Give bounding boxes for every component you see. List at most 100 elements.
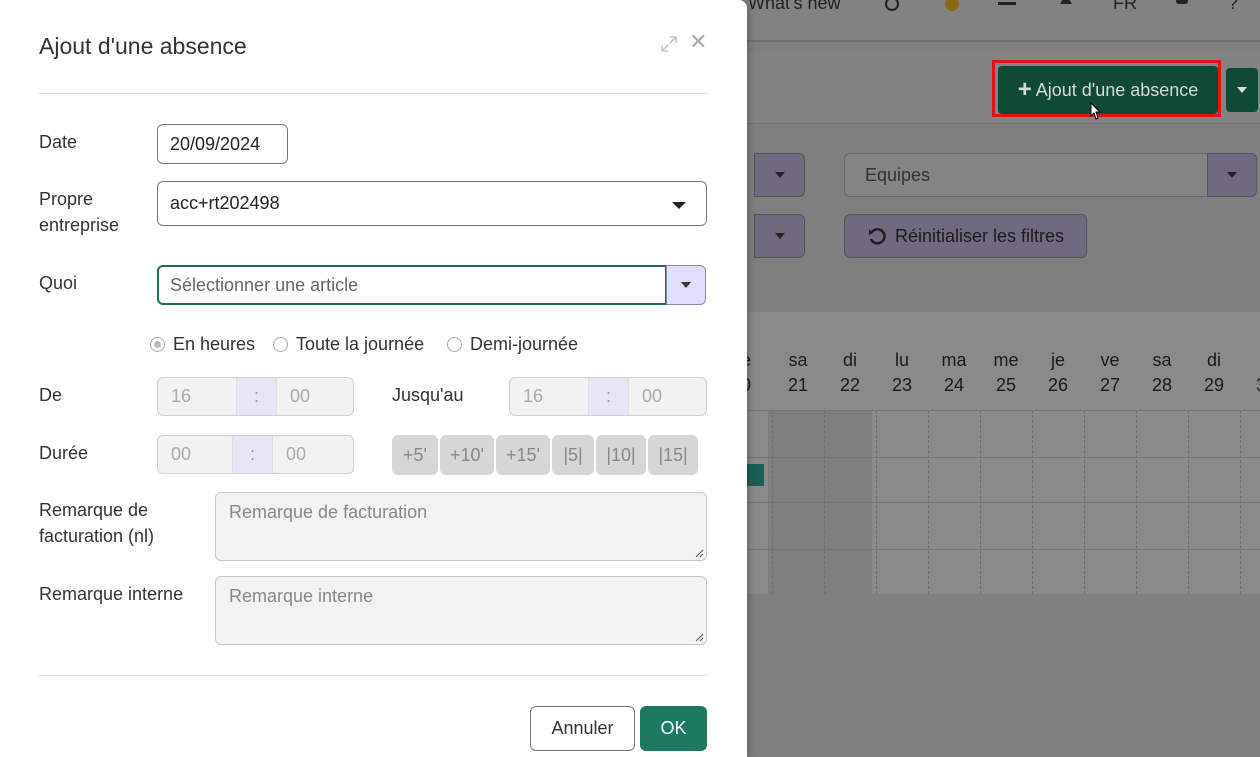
chevron-down-icon [1227, 172, 1237, 178]
round-10-button[interactable]: |10| [596, 435, 646, 475]
help-icon[interactable]: ? [1228, 0, 1238, 14]
mouse-cursor-icon [1090, 102, 1102, 120]
calendar-row-line [746, 549, 1260, 550]
round-5-button[interactable]: |5| [552, 435, 594, 475]
add-5-minutes-button[interactable]: +5' [392, 435, 438, 475]
calendar-day-of-week: sa [1152, 350, 1172, 370]
bell-icon[interactable] [1058, 0, 1074, 12]
time-separator: : [232, 436, 273, 473]
divider [39, 93, 708, 94]
radio-button[interactable] [150, 336, 165, 352]
duration-hours[interactable]: 00 [158, 436, 232, 473]
language-switcher[interactable]: FR [1113, 0, 1137, 14]
expand-icon[interactable] [661, 36, 677, 52]
resize-handle-icon[interactable] [694, 632, 704, 642]
add-10-minutes-button[interactable]: +10' [440, 435, 494, 475]
calendar-row-line [746, 457, 1260, 458]
list-icon[interactable] [998, 0, 1016, 12]
calendar-day-number: 29 [1203, 375, 1225, 395]
calendar-day-header: di 29 [1188, 312, 1240, 410]
radio-hours-label: En heures [173, 333, 256, 354]
chevron-down-icon [1237, 87, 1247, 93]
chevron-down-icon [774, 172, 785, 178]
reset-filters-label: Réinitialiser les filtres [894, 225, 1065, 246]
company-label-line1: Propre [39, 189, 94, 209]
calendar-day-number: 27 [1099, 375, 1121, 395]
calendar-day-header: me 25 [980, 312, 1032, 410]
resize-handle-icon[interactable] [694, 548, 704, 558]
duration-minutes[interactable]: 00 [273, 436, 353, 473]
calendar-grid: e0sa21di22lu23ma24me25je26ve27sa28di29lu… [741, 312, 1260, 594]
calendar-day-number: 23 [891, 375, 913, 395]
calendar-day-header: lu30 [1240, 312, 1260, 410]
radio-button[interactable] [273, 336, 288, 352]
until-minutes[interactable]: 00 [629, 378, 706, 415]
reset-icon [868, 228, 886, 245]
date-input[interactable]: 20/09/2024 [157, 124, 288, 164]
history-icon[interactable] [884, 0, 900, 12]
add-absence-dropdown-toggle[interactable] [1226, 68, 1258, 112]
filter-dropdown-toggle-1[interactable] [754, 153, 805, 197]
billing-remark-textarea[interactable]: Remarque de facturation [215, 492, 707, 561]
what-label: Quoi [39, 273, 78, 293]
calendar-day-header: je 26 [1032, 312, 1084, 410]
from-hours[interactable]: 16 [158, 378, 236, 415]
chevron-down-icon [681, 282, 691, 288]
internal-remark-placeholder: Remarque interne [229, 586, 374, 606]
billing-remark-placeholder: Remarque de facturation [229, 502, 428, 522]
time-separator: : [588, 378, 629, 415]
company-label: Propre entreprise [39, 186, 119, 238]
calendar-day-of-week: di [842, 350, 857, 370]
highlight-annotation [992, 60, 1221, 117]
whats-new-link[interactable]: What's new [748, 0, 840, 14]
until-hours[interactable]: 16 [510, 378, 588, 415]
billing-remark-label-line2: facturation (nl) [39, 526, 155, 546]
calendar-day-header: ma 24 [928, 312, 980, 410]
from-minutes[interactable]: 00 [277, 378, 353, 415]
radio-half-day[interactable]: Demi-journée [447, 332, 578, 356]
calendar-day-of-week: ma [941, 350, 967, 370]
article-select-toggle[interactable] [666, 265, 706, 305]
calendar-day-of-week: sa [788, 350, 808, 370]
duration-time-field[interactable]: 00 : 00 [157, 435, 354, 474]
internal-remark-textarea[interactable]: Remarque interne [215, 576, 707, 645]
add-absence-dialog: Ajout d'une absence ✕ Date 20/09/2024 Pr… [0, 0, 747, 757]
duration-label: Durée [39, 443, 89, 463]
company-select[interactable]: acc+rt202498 [157, 181, 707, 226]
caret-down-icon [672, 202, 686, 209]
teams-filter[interactable]: Equipes [844, 153, 1208, 197]
user-icon[interactable] [1174, 0, 1190, 12]
calendar-day-number: 26 [1047, 375, 1069, 395]
add-15-minutes-button[interactable]: +15' [496, 435, 550, 475]
company-select-value: acc+rt202498 [170, 193, 280, 213]
divider [39, 675, 708, 676]
round-15-button[interactable]: |15| [648, 435, 698, 475]
coin-icon[interactable] [944, 0, 960, 12]
radio-full-day[interactable]: Toute la journée [273, 332, 424, 356]
calendar-row-line [746, 502, 1260, 503]
ok-button[interactable]: OK [640, 706, 707, 751]
reset-filters-button[interactable]: Réinitialiser les filtres [844, 214, 1087, 258]
billing-remark-label-line1: Remarque de [39, 500, 149, 520]
radio-hours[interactable]: En heures [150, 332, 255, 356]
radio-full-day-label: Toute la journée [296, 333, 425, 354]
billing-remark-label: Remarque de facturation (nl) [39, 497, 154, 549]
filter-dropdown-toggle-2[interactable] [754, 214, 805, 258]
calendar-day-number: 21 [787, 375, 809, 395]
calendar-day-of-week: lu [1240, 348, 1260, 373]
internal-remark-label: Remarque interne [39, 584, 184, 604]
article-select-input[interactable]: Sélectionner une article [157, 265, 667, 305]
close-icon[interactable]: ✕ [689, 31, 707, 53]
from-label: De [39, 385, 63, 405]
radio-button[interactable] [447, 336, 462, 352]
calendar-day-number: 28 [1151, 375, 1173, 395]
until-time-field[interactable]: 16 : 00 [509, 377, 707, 416]
calendar-day-header: ve 27 [1084, 312, 1136, 410]
radio-half-day-label: Demi-journée [470, 333, 579, 354]
from-time-field[interactable]: 16 : 00 [157, 377, 354, 416]
calendar-row-line [746, 410, 1260, 411]
calendar-day-number: 24 [943, 375, 965, 395]
cancel-button[interactable]: Annuler [530, 706, 635, 751]
calendar-event-bar[interactable] [746, 464, 764, 486]
teams-filter-toggle[interactable] [1207, 153, 1257, 197]
